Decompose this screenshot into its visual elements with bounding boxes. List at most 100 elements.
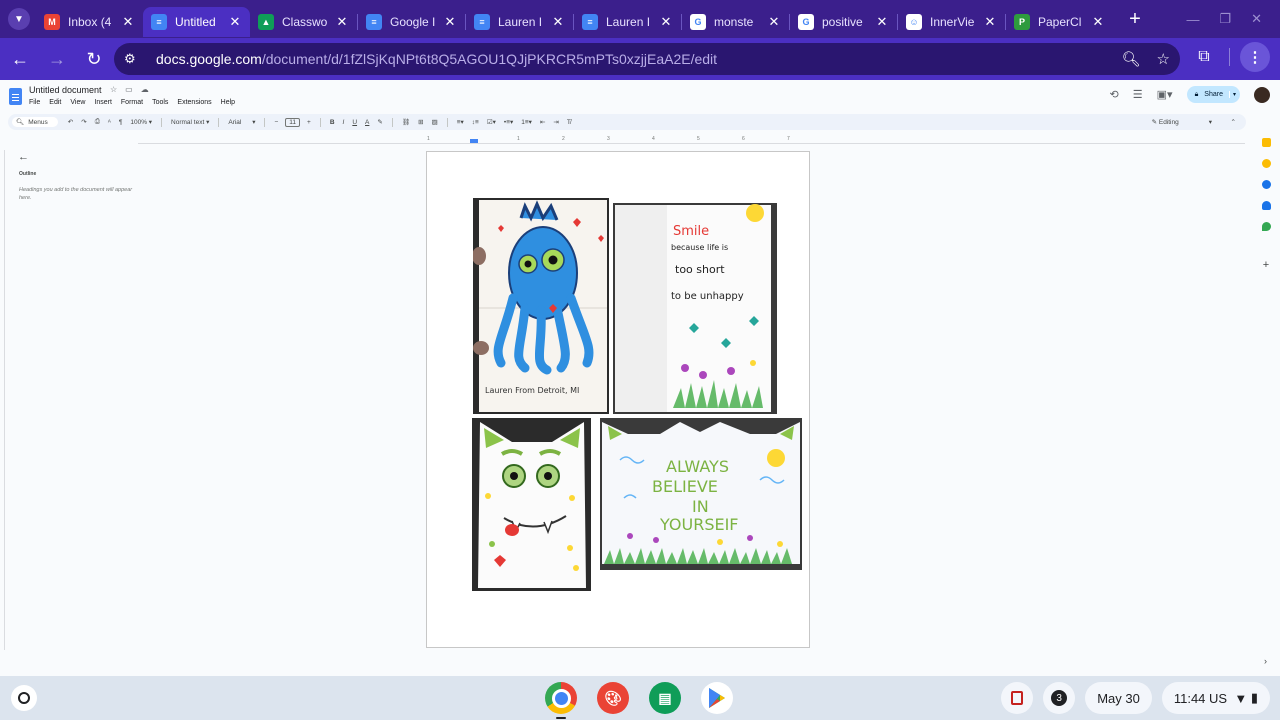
bulleted-list-icon[interactable]: •≡▾ [504,118,513,126]
add-addon-icon[interactable]: + [1263,259,1269,271]
menu-edit[interactable]: Edit [49,99,61,106]
classroom-app-icon[interactable]: ▤ [649,682,681,714]
close-tab-icon[interactable]: ✕ [983,14,997,30]
horizontal-ruler[interactable]: 1 1 2 3 4 5 6 7 [427,136,810,143]
docs-logo-icon[interactable] [9,88,22,105]
numbered-list-icon[interactable]: 1≡▾ [521,118,532,126]
decrease-font-size-icon[interactable]: − [274,119,278,126]
comments-icon[interactable]: ☰ [1133,88,1143,101]
browser-tab[interactable]: ☺ InnerVie ✕ [898,7,1005,37]
tab-search-button[interactable]: ▼ [8,8,30,30]
zoom-select[interactable]: 100% ▾ [130,118,152,126]
menu-help[interactable]: Help [221,99,235,106]
close-tab-icon[interactable]: ✕ [443,14,457,30]
redo-icon[interactable]: ↷ [81,118,86,126]
close-tab-icon[interactable]: ✕ [228,14,242,30]
close-tab-icon[interactable]: ✕ [767,14,781,30]
underline-icon[interactable]: U [352,119,357,126]
close-tab-icon[interactable]: ✕ [659,14,673,30]
move-folder-icon[interactable]: ▭ [125,85,133,94]
date-pill[interactable]: May 30 [1085,682,1152,714]
close-tab-icon[interactable]: ✕ [121,14,135,30]
monster-card-front-image[interactable]: Lauren From Detroit, MI [473,198,609,414]
font-select[interactable]: Arial ▾ [228,118,255,126]
share-button[interactable]: 🔒︎ Share ▾ [1186,86,1240,103]
new-tab-button[interactable]: + [1123,8,1147,31]
close-outline-arrow-icon[interactable]: ← [18,151,29,163]
back-button[interactable]: ← [3,42,37,76]
chrome-menu-button[interactable]: ⋮ [1240,42,1270,72]
contacts-icon[interactable] [1261,201,1271,210]
play-store-icon[interactable] [701,682,733,714]
paint-format-icon[interactable]: ¶ [119,119,123,126]
style-select[interactable]: Normal text ▾ [171,118,209,126]
browser-tab[interactable]: Gpositive ✕ [790,7,897,37]
menu-file[interactable]: File [29,99,40,106]
search-menus-input[interactable]: 🔍︎ Menus [12,117,58,127]
share-dropdown-icon[interactable]: ▾ [1228,91,1236,98]
checklist-icon[interactable]: ☑▾ [487,118,496,126]
expand-side-panel-icon[interactable]: › [1264,656,1267,666]
clear-formatting-icon[interactable]: T̸ [567,119,571,126]
star-icon[interactable]: ☆ [110,85,117,94]
browser-tab[interactable]: ≡ Google I ✕ [358,7,465,37]
add-comment-icon[interactable]: ⊞ [418,118,423,126]
extensions-puzzle-icon[interactable]: ⧉ [1189,42,1219,72]
menu-tools[interactable]: Tools [152,99,168,106]
profile-avatar[interactable] [1254,86,1270,103]
insert-image-icon[interactable]: ▨ [432,118,438,126]
indent-marker[interactable] [470,139,478,143]
text-color-icon[interactable]: A [365,119,369,126]
chrome-app-icon[interactable] [545,682,577,719]
browser-tab[interactable]: ≡ Untitled ✕ [143,7,250,37]
browser-tab[interactable]: M Inbox (4 ✕ [36,7,143,37]
version-history-icon[interactable]: ⟲ [1110,88,1119,101]
reload-button[interactable]: ↻ [77,42,111,76]
close-tab-icon[interactable]: ✕ [1091,14,1105,30]
font-size-input[interactable]: 11 [285,117,301,127]
tasks-icon[interactable] [1261,159,1271,168]
bookmark-star-icon[interactable]: ☆ [1157,50,1170,68]
calendar-icon[interactable] [1261,180,1271,189]
site-info-icon[interactable]: ⚙ [124,51,146,67]
maps-icon[interactable] [1261,222,1271,231]
keep-icon[interactable] [1261,138,1271,147]
launcher-button[interactable] [11,685,37,711]
cat-monster-card-image[interactable] [472,418,591,591]
paint-app-icon[interactable]: 🎨︎ [597,682,629,714]
link-icon[interactable]: ⛓ [402,118,410,126]
line-spacing-icon[interactable]: ↕≡ [472,119,479,126]
document-title[interactable]: Untitled document [29,85,102,95]
editing-mode-select[interactable]: ✎ Editing ▾ [1152,114,1212,130]
menu-format[interactable]: Format [121,99,143,106]
browser-tab[interactable]: ≡ Lauren I ✕ [466,7,573,37]
browser-tab[interactable]: ▲ Classwo ✕ [250,7,357,37]
close-tab-icon[interactable]: ✕ [551,14,565,30]
increase-font-size-icon[interactable]: + [307,119,311,126]
pdf-holding-space-icon[interactable] [1001,682,1034,714]
bold-icon[interactable]: B [330,119,335,126]
print-icon[interactable]: ⎙ [95,118,100,126]
menu-view[interactable]: View [70,99,85,106]
decrease-indent-icon[interactable]: ⇤ [540,118,545,126]
browser-tab[interactable]: P PaperCl ✕ [1006,7,1113,37]
increase-indent-icon[interactable]: ⇥ [553,118,558,126]
smile-card-inside-image[interactable]: Smile because life is too short to be un… [613,203,777,414]
cloud-status-icon[interactable]: ☁ [141,85,149,94]
meet-icon[interactable]: ▣▾ [1157,88,1173,101]
forward-button[interactable]: → [40,42,74,76]
notifications-button[interactable]: 3 [1043,682,1076,714]
document-page[interactable]: Lauren From Detroit, MI Smile because li… [426,151,810,648]
menu-insert[interactable]: Insert [94,99,112,106]
system-status-pill[interactable]: 11:44 US ▼ ▮ [1161,682,1270,714]
minimize-icon[interactable]: — [1186,12,1199,27]
collapse-menus-icon[interactable]: ⌃ [1231,114,1236,130]
highlight-icon[interactable]: ✎ [377,118,382,126]
undo-icon[interactable]: ↶ [68,118,73,126]
zoom-icon[interactable]: 🔍︎ [1122,50,1141,68]
close-tab-icon[interactable]: ✕ [875,14,889,30]
close-tab-icon[interactable]: ✕ [335,14,349,30]
close-window-icon[interactable]: ✕ [1251,11,1262,27]
url-text[interactable]: docs.google.com/document/d/1fZlSjKqNPt6t… [156,51,717,67]
menu-extensions[interactable]: Extensions [177,99,211,106]
